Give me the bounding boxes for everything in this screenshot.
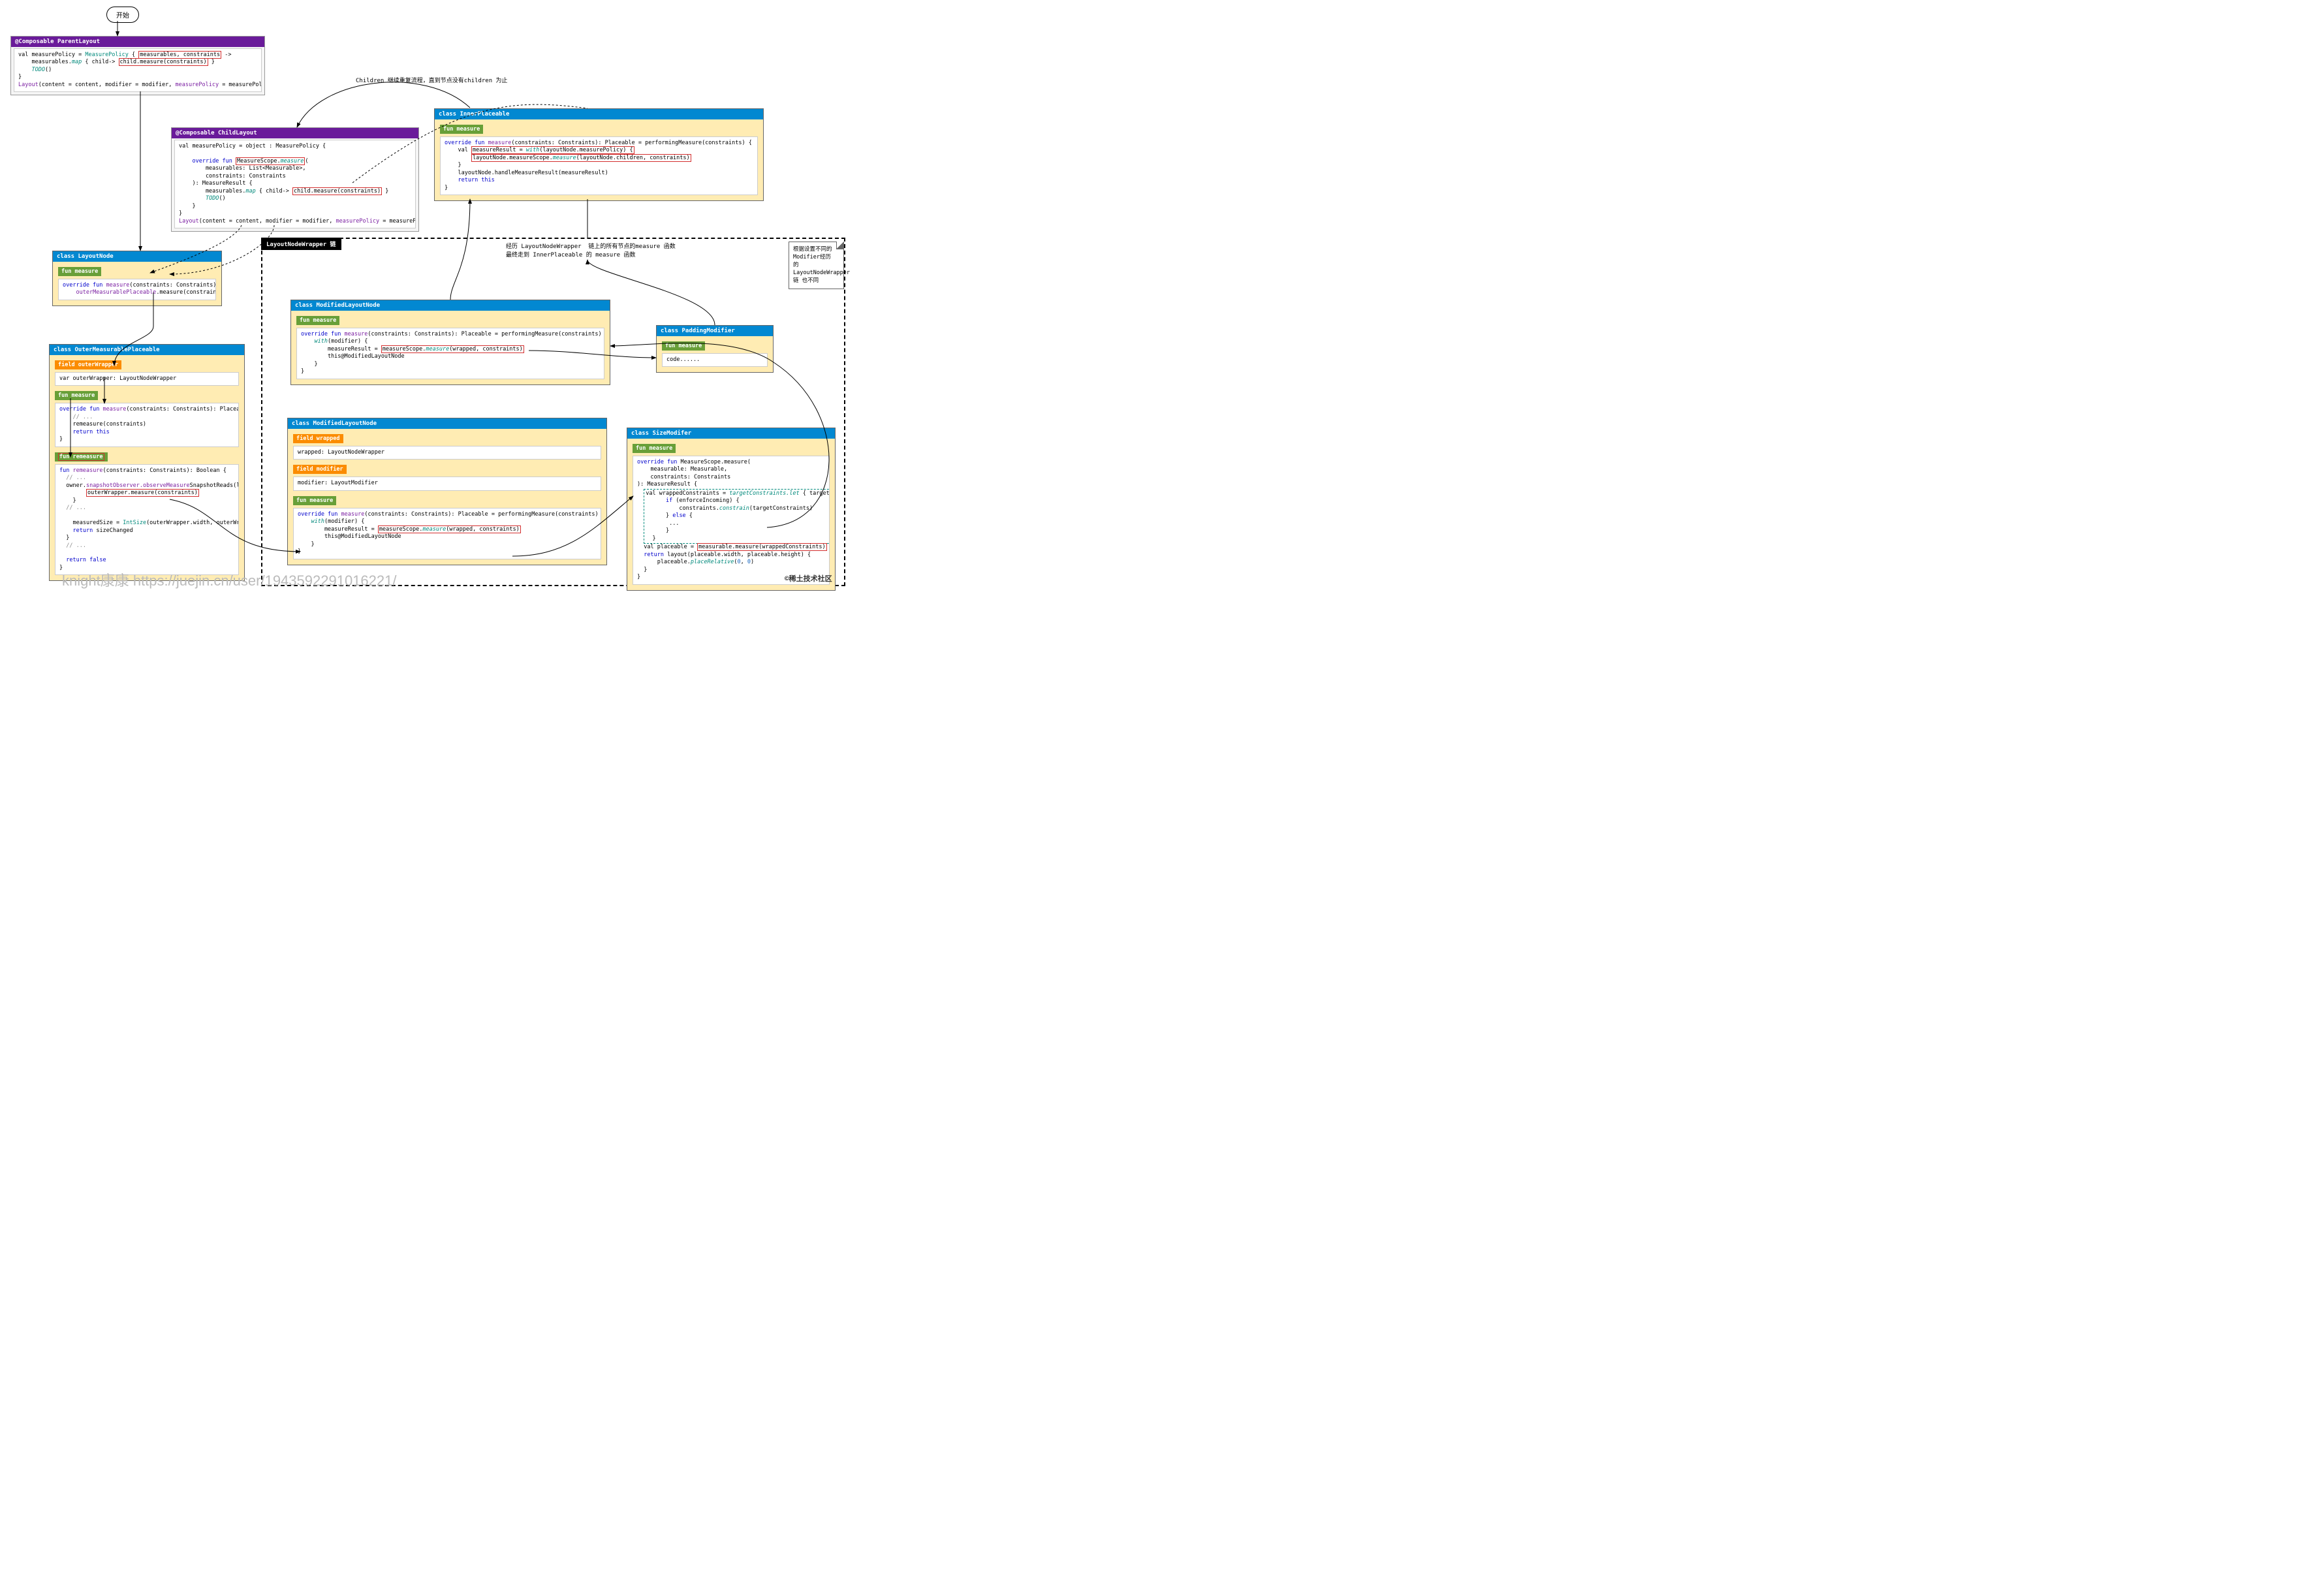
note-text: 根据设置不同的Modifier经历 的LayoutNodeWrapper链 也不… [793,246,850,284]
padding-box: class PaddingModifier fun measure code..… [656,325,774,373]
layoutnode-header: class LayoutNode [53,251,221,262]
mod2-f2: field modifier [293,465,347,474]
mod2-f1: field wrapped [293,434,343,443]
outer-fun2-code: fun remeasure(constraints: Constraints):… [55,464,239,576]
outer-fun2: fun remeasure [55,452,108,462]
size-code: override fun MeasureScope.measure( measu… [633,456,830,585]
layoutnode-box: class LayoutNode fun measure override fu… [52,251,222,306]
note-modifier: 根据设置不同的Modifier经历 的LayoutNodeWrapper链 也不… [789,242,844,289]
mod1-box: class ModifiedLayoutNode fun measure ove… [290,300,610,385]
outer-header: class OuterMeasurablePlaceable [50,345,244,355]
mod1-code: override fun measure(constraints: Constr… [296,328,604,379]
size-fun: fun measure [633,444,676,453]
annotation-chain: 经历 LayoutNodeWrapper 链上的所有节点的measure 函数 … [506,242,676,258]
mod1-fun: fun measure [296,316,339,325]
start-node: 开始 [106,7,139,23]
child-layout-header: @Composable ChildLayout [172,128,418,138]
watermark: knight康康 https://juejin.cn/user/19435922… [62,569,396,590]
wrapper-chain-label: LayoutNodeWrapper 链 [261,238,341,250]
parent-layout-header: @Composable ParentLayout [11,37,264,47]
layoutnode-code: override fun measure(constraints: Constr… [58,279,216,300]
parent-layout-box: @Composable ParentLayout val measurePoli… [10,36,265,95]
mod1-header: class ModifiedLayoutNode [291,300,610,311]
inner-code: override fun measure(constraints: Constr… [440,136,758,195]
size-box: class SizeModifer fun measure override f… [627,428,836,591]
mod2-header: class ModifiedLayoutNode [288,418,606,429]
mod2-f1-code: wrapped: LayoutNodeWrapper [293,446,601,460]
padding-code: code...... [662,353,768,367]
child-layout-code: val measurePolicy = object : MeasurePoli… [174,140,416,228]
mod2-box: class ModifiedLayoutNode field wrapped w… [287,418,607,565]
outer-fun1-code: override fun measure(constraints: Constr… [55,403,239,446]
outer-field-code: var outerWrapper: LayoutNodeWrapper [55,372,239,386]
parent-layout-code: val measurePolicy = MeasurePolicy { meas… [14,48,262,92]
padding-header: class PaddingModifier [657,326,773,336]
outer-fun1: fun measure [55,391,98,400]
mod2-fun: fun measure [293,496,336,505]
annotation-children: Children 继续重复流程，直到节点没有children 为止 [356,76,508,84]
mod2-code: override fun measure(constraints: Constr… [293,508,601,559]
community-label: ©稀土技术社区 [785,573,832,584]
child-layout-box: @Composable ChildLayout val measurePolic… [171,127,419,232]
padding-fun: fun measure [662,341,705,351]
note-fold-icon [836,242,844,249]
size-header: class SizeModifer [627,428,835,439]
inner-fun-measure: fun measure [440,125,483,134]
mod2-f2-code: modifier: LayoutModifier [293,477,601,490]
inner-placeable-header: class InnerPlaceable [435,109,763,119]
inner-placeable-box: class InnerPlaceable fun measure overrid… [434,108,764,201]
layoutnode-fun: fun measure [58,267,101,276]
outer-field: field outerWrapper [55,360,121,369]
outer-box: class OuterMeasurablePlaceable field out… [49,344,245,581]
